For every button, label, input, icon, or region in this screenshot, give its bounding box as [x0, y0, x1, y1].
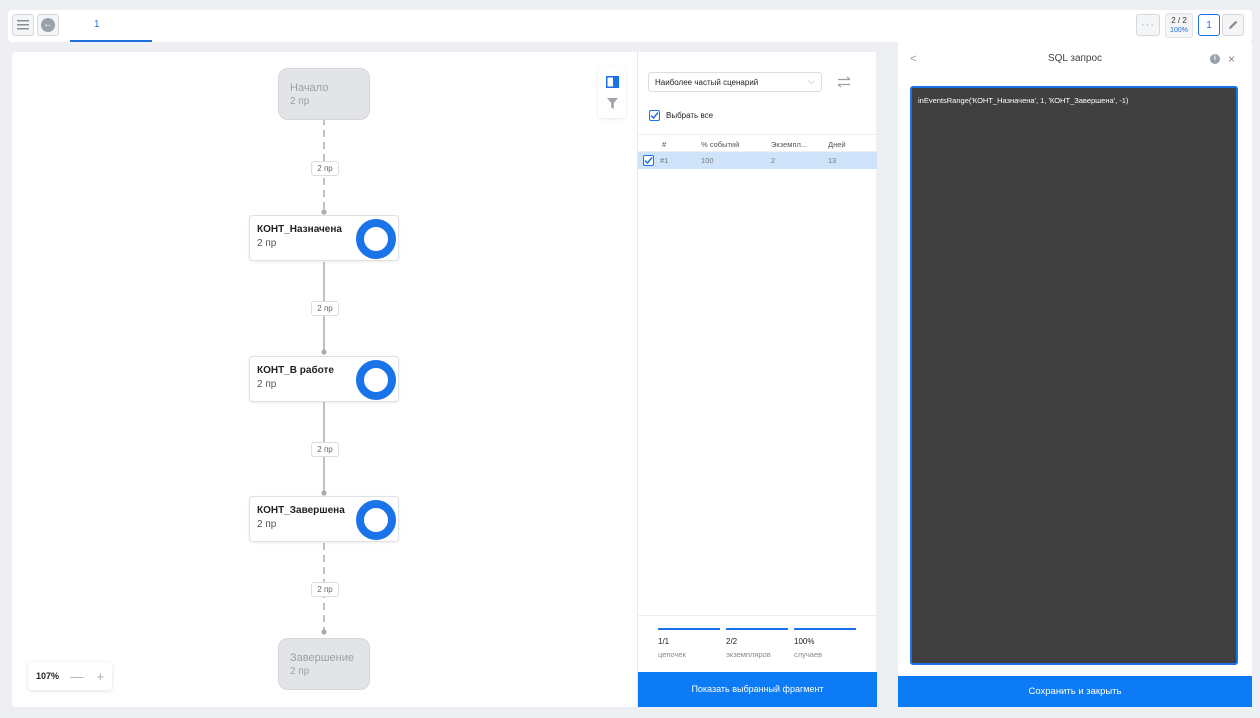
sql-editor[interactable]: inEventsRange('КОНТ_Назначена', 1, 'КОНТ…	[910, 86, 1238, 665]
stat-cases: 100% случаев	[794, 628, 856, 659]
cell-id: #1	[660, 156, 669, 165]
show-fragment-button[interactable]: Показать выбранный фрагмент	[638, 672, 877, 707]
stat-instances: 2/2 экземпляров	[726, 628, 788, 659]
save-and-close-button[interactable]: Сохранить и закрыть	[898, 676, 1252, 707]
scenario-select[interactable]: Наиболее частый сценарий ⌵	[648, 72, 822, 92]
zoom-level: 107%	[36, 671, 60, 681]
ring-icon	[356, 500, 396, 540]
stat-label: экземпляров	[726, 650, 771, 659]
tab-1[interactable]: 1	[70, 10, 152, 42]
edge-arrow	[321, 209, 327, 215]
canvas-tools	[598, 66, 626, 118]
checkbox-checked-icon	[649, 110, 660, 121]
column-header[interactable]: #	[662, 140, 666, 149]
stat-label: случаев	[794, 650, 823, 659]
edge-arrow	[321, 349, 327, 355]
sql-panel-title: SQL запрос	[1047, 53, 1103, 64]
stat-value: 2/2	[726, 637, 738, 646]
cell-days: 13	[828, 156, 837, 165]
counter-percent: 100%	[1170, 27, 1188, 34]
checkbox-checked-icon[interactable]	[643, 155, 654, 166]
node-count: 2 пр	[290, 666, 310, 677]
stat-chains: 1/1 цепочек	[658, 628, 720, 659]
cell-instances: 2	[771, 156, 776, 165]
cell-percent: 100	[701, 156, 714, 165]
menu-button[interactable]	[12, 14, 34, 36]
swap-icon	[837, 76, 851, 88]
scenario-stats: 1/1 цепочек 2/2 экземпляров 100% случаев	[638, 615, 877, 673]
column-header[interactable]: % событий	[701, 140, 739, 149]
stat-value: 1/1	[658, 637, 670, 646]
column-header[interactable]: Дней	[828, 140, 846, 149]
info-icon[interactable]: i	[1210, 54, 1220, 64]
page-number: 1	[1206, 19, 1212, 31]
filter-button[interactable]	[605, 96, 619, 110]
column-header[interactable]: Экземпл...	[771, 140, 807, 149]
panel-icon	[605, 76, 619, 88]
top-bar: ← 1 ··· 2 / 2 100% 1	[8, 10, 1252, 42]
sql-query-panel: SQL запрос < i × inEventsRange('КОНТ_Наз…	[898, 42, 1252, 707]
ring-icon	[356, 219, 396, 259]
activity-node-in-progress[interactable]: КОНТ_В работе 2 пр	[249, 356, 399, 402]
filter-icon	[606, 97, 618, 109]
edge-arrow	[321, 490, 327, 496]
counter-value: 2 / 2	[1171, 16, 1187, 25]
stat-label: цепочек	[658, 650, 686, 659]
stat-value: 100%	[794, 637, 815, 646]
edge-label[interactable]: 2 пр	[311, 161, 339, 176]
tab-label: 1	[94, 19, 100, 30]
zoom-control: 107% — +	[28, 662, 112, 690]
chevron-left-icon[interactable]: <	[910, 42, 916, 76]
edit-button[interactable]	[1222, 14, 1244, 36]
select-all-checkbox[interactable]: Выбрать все	[649, 110, 713, 121]
selection-counter: 2 / 2 100%	[1165, 13, 1193, 38]
start-node[interactable]: Начало 2 пр	[278, 68, 370, 120]
select-all-label: Выбрать все	[666, 111, 714, 120]
zoom-out-button[interactable]: —	[65, 669, 88, 684]
sql-query-text: inEventsRange('КОНТ_Назначена', 1, 'КОНТ…	[918, 96, 1129, 105]
arrow-left-icon: ←	[41, 18, 55, 32]
node-title: Завершение	[290, 652, 354, 664]
hamburger-icon	[17, 20, 29, 30]
node-count: 2 пр	[290, 96, 310, 107]
page-number-button[interactable]: 1	[1198, 14, 1220, 36]
edge-arrow	[321, 629, 327, 635]
activity-node-assigned[interactable]: КОНТ_Назначена 2 пр	[249, 215, 399, 261]
activity-node-completed[interactable]: КОНТ_Завершена 2 пр	[249, 496, 399, 542]
edge-label[interactable]: 2 пр	[311, 442, 339, 457]
edge-label[interactable]: 2 пр	[311, 582, 339, 597]
end-node[interactable]: Завершение 2 пр	[278, 638, 370, 690]
panel-toggle-button[interactable]	[605, 75, 619, 89]
edge-label[interactable]: 2 пр	[311, 301, 339, 316]
sql-panel-header: SQL запрос	[898, 42, 1252, 76]
scenario-panel: Наиболее частый сценарий ⌵ Выбрать все #…	[637, 52, 877, 707]
node-title: Начало	[290, 82, 329, 94]
more-icon: ···	[1141, 19, 1155, 31]
swap-button[interactable]	[837, 76, 851, 88]
back-button[interactable]: ←	[37, 14, 59, 36]
pencil-icon	[1229, 20, 1238, 29]
table-row[interactable]: #1 100 2 13	[638, 152, 877, 169]
scenario-table-header: # % событий Экземпл... Дней	[638, 134, 877, 152]
ring-icon	[356, 360, 396, 400]
zoom-in-button[interactable]: +	[89, 669, 112, 684]
chevron-down-icon: ⌵	[808, 76, 815, 86]
more-button[interactable]: ···	[1136, 14, 1160, 36]
scenario-select-value: Наиболее частый сценарий	[655, 78, 759, 87]
close-icon[interactable]: ×	[1228, 42, 1235, 76]
